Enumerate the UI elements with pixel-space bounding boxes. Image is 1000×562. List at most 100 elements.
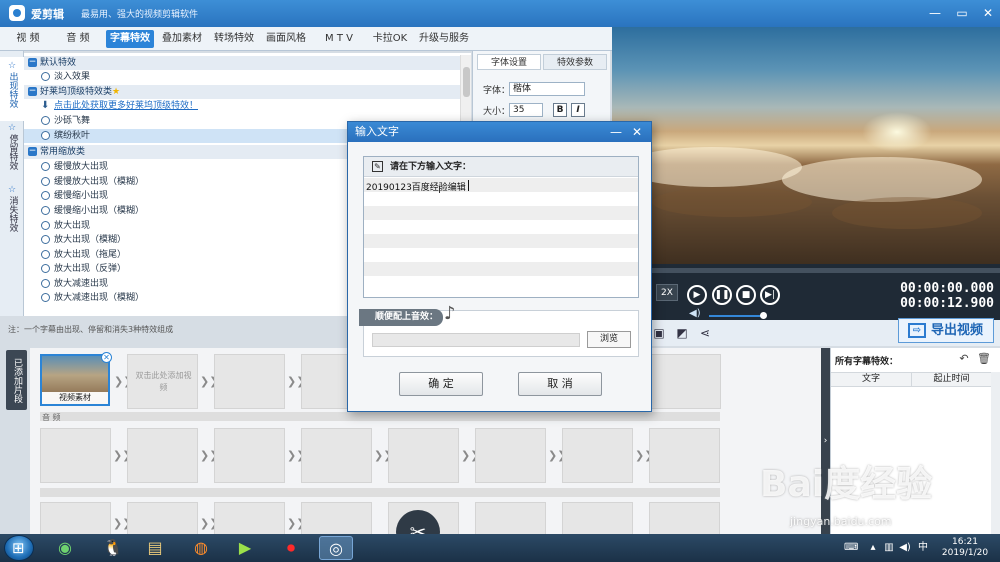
volume-knob[interactable] [760,312,767,319]
dialog-title: 输入文字 [355,125,399,138]
menu-video[interactable]: 视 频 [6,30,50,48]
volume-icon[interactable]: ◀) [689,308,701,319]
radio-icon[interactable] [41,177,50,186]
radio-icon[interactable] [41,264,50,273]
remove-clip-icon[interactable]: ✕ [101,352,112,363]
audio-slot[interactable] [214,428,285,483]
arrow-icon: ❯❯ [200,449,219,462]
radio-icon[interactable] [41,235,50,244]
progress-bar[interactable] [650,268,1000,273]
play-icon[interactable]: ▶ [687,285,707,305]
menu-mtv[interactable]: M T V [314,30,364,48]
sound-file-field[interactable] [372,333,580,347]
radio-icon[interactable] [41,72,50,81]
subtitles-scrollbar[interactable] [991,372,1000,534]
ok-button[interactable]: 确 定 [399,372,483,396]
audio-slot[interactable] [475,428,546,483]
radio-icon[interactable] [41,131,50,140]
audio-slot[interactable] [562,502,633,534]
menu-styles[interactable]: 画面风格 [262,30,310,48]
radio-icon[interactable] [41,206,50,215]
share-icon[interactable]: ⋖ [698,326,712,340]
italic-button[interactable]: I [571,103,585,117]
language-icon[interactable]: 中 [916,541,930,555]
tab-appear-effects[interactable]: ☆ 出现特效 [0,57,24,121]
audio-slot[interactable] [301,428,372,483]
menu-upgrade[interactable]: 升级与服务 [416,30,472,48]
list-item[interactable]: 淡入效果 [24,70,471,84]
menu-subtitle-effects[interactable]: 字幕特效 [106,30,154,48]
media-app-icon[interactable]: ▶ [228,536,262,560]
radio-icon[interactable] [41,293,50,302]
system-clock[interactable]: 16:21 2019/1/20 [936,537,994,559]
aijianji-taskbar-icon[interactable]: ◎ [319,536,353,560]
download-more-link[interactable]: ⬇ 点击此处获取更多好莱坞顶级特效！ [24,99,471,113]
trash-icon[interactable]: 🗑 [977,352,991,366]
volume-slider[interactable] [709,315,764,317]
audio-slot[interactable] [40,502,111,534]
speed-button[interactable]: 2X [656,284,678,301]
audio-slot[interactable] [301,502,372,534]
group-header[interactable]: − 默认特效 [24,56,471,70]
minimize-button[interactable]: — [925,4,945,22]
undo-icon[interactable]: ↶ [957,352,971,366]
video-clip-thumbnail[interactable]: 视频素材 ✕ [40,352,112,406]
tab-font-settings[interactable]: 字体设置 [477,54,541,70]
close-button[interactable]: ✕ [978,4,998,22]
tab-disappear-effects[interactable]: ☆ 消失特效 [0,181,24,245]
audio-slot[interactable] [214,502,285,534]
audio-slot[interactable] [562,428,633,483]
audio-slot[interactable] [127,428,198,483]
export-video-button[interactable]: ⇨ 导出视频 [898,318,994,343]
size-input[interactable]: 35› [509,103,617,117]
qq-icon[interactable]: 🐧 [96,536,130,560]
menu-overlay[interactable]: 叠加素材 [158,30,206,48]
menu-karaoke[interactable]: 卡拉OK [368,30,412,48]
audio-slot[interactable] [649,428,720,483]
menu-transitions[interactable]: 转场特效 [210,30,258,48]
maximize-button[interactable]: ▭ [952,4,972,22]
tray-arrow-icon[interactable]: ▴ [866,541,880,555]
video-slot[interactable] [214,354,285,409]
radio-icon[interactable] [41,221,50,230]
save-icon[interactable]: ▣ [652,326,666,340]
cancel-button[interactable]: 取 消 [518,372,602,396]
tab-effect-params[interactable]: 特效参数 [543,54,607,70]
start-button[interactable] [4,535,34,561]
radio-icon[interactable] [41,191,50,200]
record-icon[interactable]: ⏺ [274,536,308,560]
stop-icon[interactable]: ■ [736,285,756,305]
snapshot-icon[interactable]: ◩ [675,326,689,340]
folder-icon[interactable]: ▤ [138,536,172,560]
audio-slot[interactable] [40,428,111,483]
pause-icon[interactable]: ❚❚ [712,285,732,305]
next-frame-icon[interactable]: ▶| [760,285,780,305]
audio-slot[interactable] [649,502,720,534]
tab-stay-effects[interactable]: ☆ 停留特效 [0,119,24,183]
scroll-thumb[interactable] [463,67,470,97]
keyboard-icon[interactable]: ⌨ [844,541,858,555]
radio-icon[interactable] [41,279,50,288]
add-video-slot[interactable]: 双击此处添加视频 [127,354,198,409]
radio-icon[interactable] [41,250,50,259]
typed-text[interactable]: 20190123百度经验编辑 [366,180,466,193]
bold-button[interactable]: B [553,103,567,117]
menu-audio[interactable]: 音 频 [56,30,100,48]
group-header[interactable]: − 好莱坞顶级特效类★ [24,85,471,99]
network-icon[interactable]: ▥ [882,541,896,555]
radio-icon[interactable] [41,162,50,171]
radio-icon[interactable] [41,116,50,125]
text-input-area[interactable]: ✎ 请在下方输入文字： 20190123百度经验编辑 I [363,156,639,298]
font-select[interactable]: 楷体▼ [509,82,620,96]
browser-360-icon[interactable]: ◉ [48,536,82,560]
dialog-minimize-icon[interactable]: — [606,124,626,140]
collapse-icon: − [28,146,37,156]
video-slot[interactable] [650,354,721,409]
audio-slot[interactable] [388,428,459,483]
audio-slot[interactable] [127,502,198,534]
firefox-icon[interactable]: ◍ [184,536,218,560]
volume-tray-icon[interactable]: ◀) [898,541,912,555]
dialog-close-icon[interactable]: ✕ [627,124,647,140]
audio-slot[interactable] [475,502,546,534]
browse-button[interactable]: 浏览 [587,331,631,348]
